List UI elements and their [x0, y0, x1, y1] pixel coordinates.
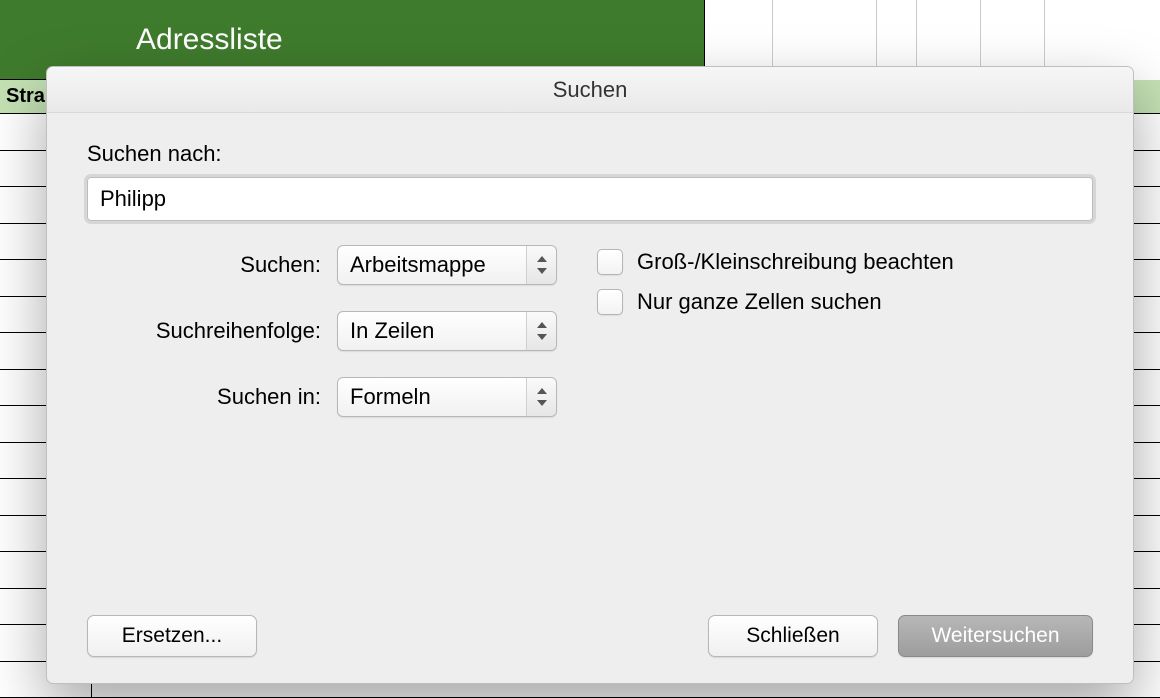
stepper-icon	[526, 312, 556, 350]
order-label: Suchreihenfolge:	[87, 318, 337, 344]
stepper-icon	[526, 246, 556, 284]
within-label: Suchen:	[87, 252, 337, 278]
whole-cell-label: Nur ganze Zellen suchen	[637, 289, 882, 315]
stepper-icon	[526, 378, 556, 416]
replace-button[interactable]: Ersetzen...	[87, 615, 257, 657]
sheet-title: Adressliste	[136, 23, 283, 57]
match-case-label: Groß-/Kleinschreibung beachten	[637, 249, 954, 275]
lookin-value: Formeln	[350, 384, 431, 410]
search-input[interactable]	[87, 177, 1093, 221]
lookin-select[interactable]: Formeln	[337, 377, 557, 417]
within-value: Arbeitsmappe	[350, 252, 486, 278]
lookin-label: Suchen in:	[87, 384, 337, 410]
order-select[interactable]: In Zeilen	[337, 311, 557, 351]
close-button[interactable]: Schließen	[708, 615, 878, 657]
whole-cell-checkbox[interactable]	[597, 289, 623, 315]
order-value: In Zeilen	[350, 318, 434, 344]
search-label: Suchen nach:	[87, 141, 1093, 167]
dialog-title: Suchen	[47, 67, 1133, 113]
find-next-button[interactable]: Weitersuchen	[898, 615, 1093, 657]
find-dialog: Suchen Suchen nach: Suchen: Arbeitsmappe…	[46, 66, 1134, 684]
within-select[interactable]: Arbeitsmappe	[337, 245, 557, 285]
match-case-checkbox[interactable]	[597, 249, 623, 275]
